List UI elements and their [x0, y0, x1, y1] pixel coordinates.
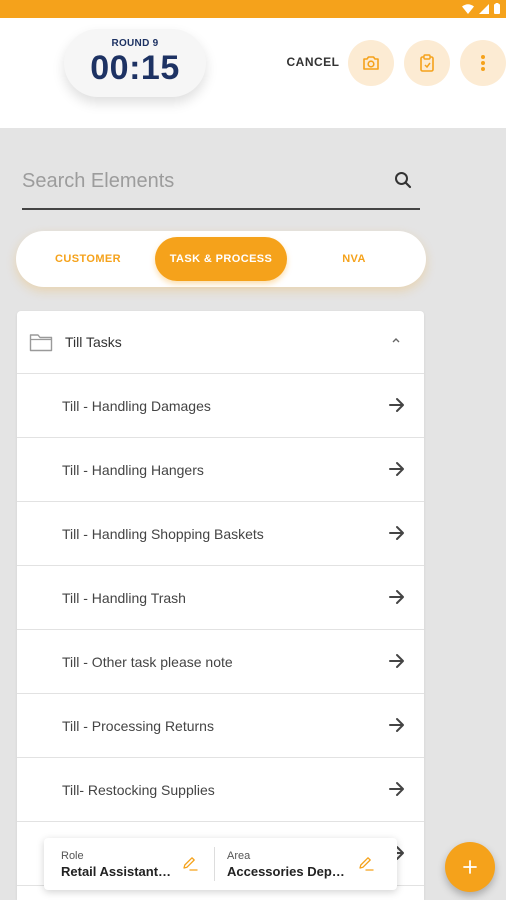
arrow-right-icon: [389, 654, 404, 668]
clipboard-button[interactable]: [404, 40, 450, 86]
list-item[interactable]: Till - Processing Returns: [17, 694, 424, 758]
arrow-right-icon: [389, 718, 404, 732]
list-item[interactable]: Till- Restocking Supplies: [17, 758, 424, 822]
area-caption: Area: [227, 850, 251, 862]
list-item[interactable]: Till - Handling Hangers: [17, 438, 424, 502]
search-input[interactable]: [22, 164, 372, 198]
battery-icon: [494, 3, 500, 14]
list-item-label: Till - Handling Shopping Baskets: [62, 526, 264, 542]
list-item-label: Till - Other task please note: [62, 654, 233, 670]
search-icon[interactable]: [394, 171, 412, 189]
list-item-label: Till - Handling Trash: [62, 590, 186, 606]
arrow-right-icon: [389, 462, 404, 476]
signal-icon: [479, 3, 489, 14]
role-caption: Role: [61, 850, 84, 862]
arrow-right-icon: [389, 526, 404, 540]
tab-nva[interactable]: NVA: [290, 237, 418, 281]
more-button[interactable]: [460, 40, 506, 86]
role-value: Retail Assistant…: [61, 864, 172, 879]
camera-button[interactable]: [348, 40, 394, 86]
list-item[interactable]: Till - Handling Damages: [17, 374, 424, 438]
edit-icon[interactable]: [181, 856, 199, 872]
group-title: Till Tasks: [65, 334, 122, 350]
timer-value: 00:15: [90, 49, 180, 87]
elements-list: Till Tasks Till - Handling Damages Till …: [17, 311, 424, 900]
arrow-right-icon: [389, 590, 404, 604]
list-item-label: Till - Processing Returns: [62, 718, 214, 734]
category-tabs: CUSTOMER TASK & PROCESS NVA: [16, 231, 426, 287]
status-bar: [0, 0, 506, 18]
list-item[interactable]: Till - Handling Trash: [17, 566, 424, 630]
arrow-right-icon: [389, 398, 404, 412]
round-timer: ROUND 9 00:15: [64, 29, 206, 97]
list-item-label: Till - Handling Hangers: [62, 462, 204, 478]
plus-icon: [463, 860, 477, 874]
edit-icon[interactable]: [357, 856, 375, 872]
tab-task-process[interactable]: TASK & PROCESS: [155, 237, 287, 281]
list-item-label: Till - Handling Damages: [62, 398, 211, 414]
chevron-up-icon[interactable]: [390, 336, 402, 344]
arrow-right-icon: [389, 782, 404, 796]
role-area-card: Role Retail Assistant… Area Accessories …: [44, 838, 397, 890]
folder-icon: [29, 334, 53, 352]
list-item[interactable]: Till - Other task please note: [17, 630, 424, 694]
wifi-icon: [462, 3, 474, 14]
search-bar: [22, 160, 420, 210]
clipboard-icon: [420, 54, 434, 72]
role-field[interactable]: Role Retail Assistant…: [61, 838, 211, 890]
group-header-till-tasks[interactable]: Till Tasks: [17, 311, 424, 374]
camera-icon: [363, 56, 379, 70]
top-bar: ROUND 9 00:15 CANCEL: [0, 18, 506, 128]
tab-customer[interactable]: CUSTOMER: [24, 237, 152, 281]
list-item-label: Till- Restocking Supplies: [62, 782, 215, 798]
more-vert-icon: [481, 55, 485, 71]
area-field[interactable]: Area Accessories Depa…: [227, 838, 387, 890]
list-item[interactable]: Till - Handling Shopping Baskets: [17, 502, 424, 566]
area-value: Accessories Depa…: [227, 864, 345, 879]
status-icons: [462, 3, 500, 14]
cancel-button[interactable]: CANCEL: [284, 52, 342, 72]
add-button[interactable]: [445, 842, 495, 892]
round-label: ROUND 9: [111, 38, 159, 49]
info-divider: [214, 847, 215, 881]
